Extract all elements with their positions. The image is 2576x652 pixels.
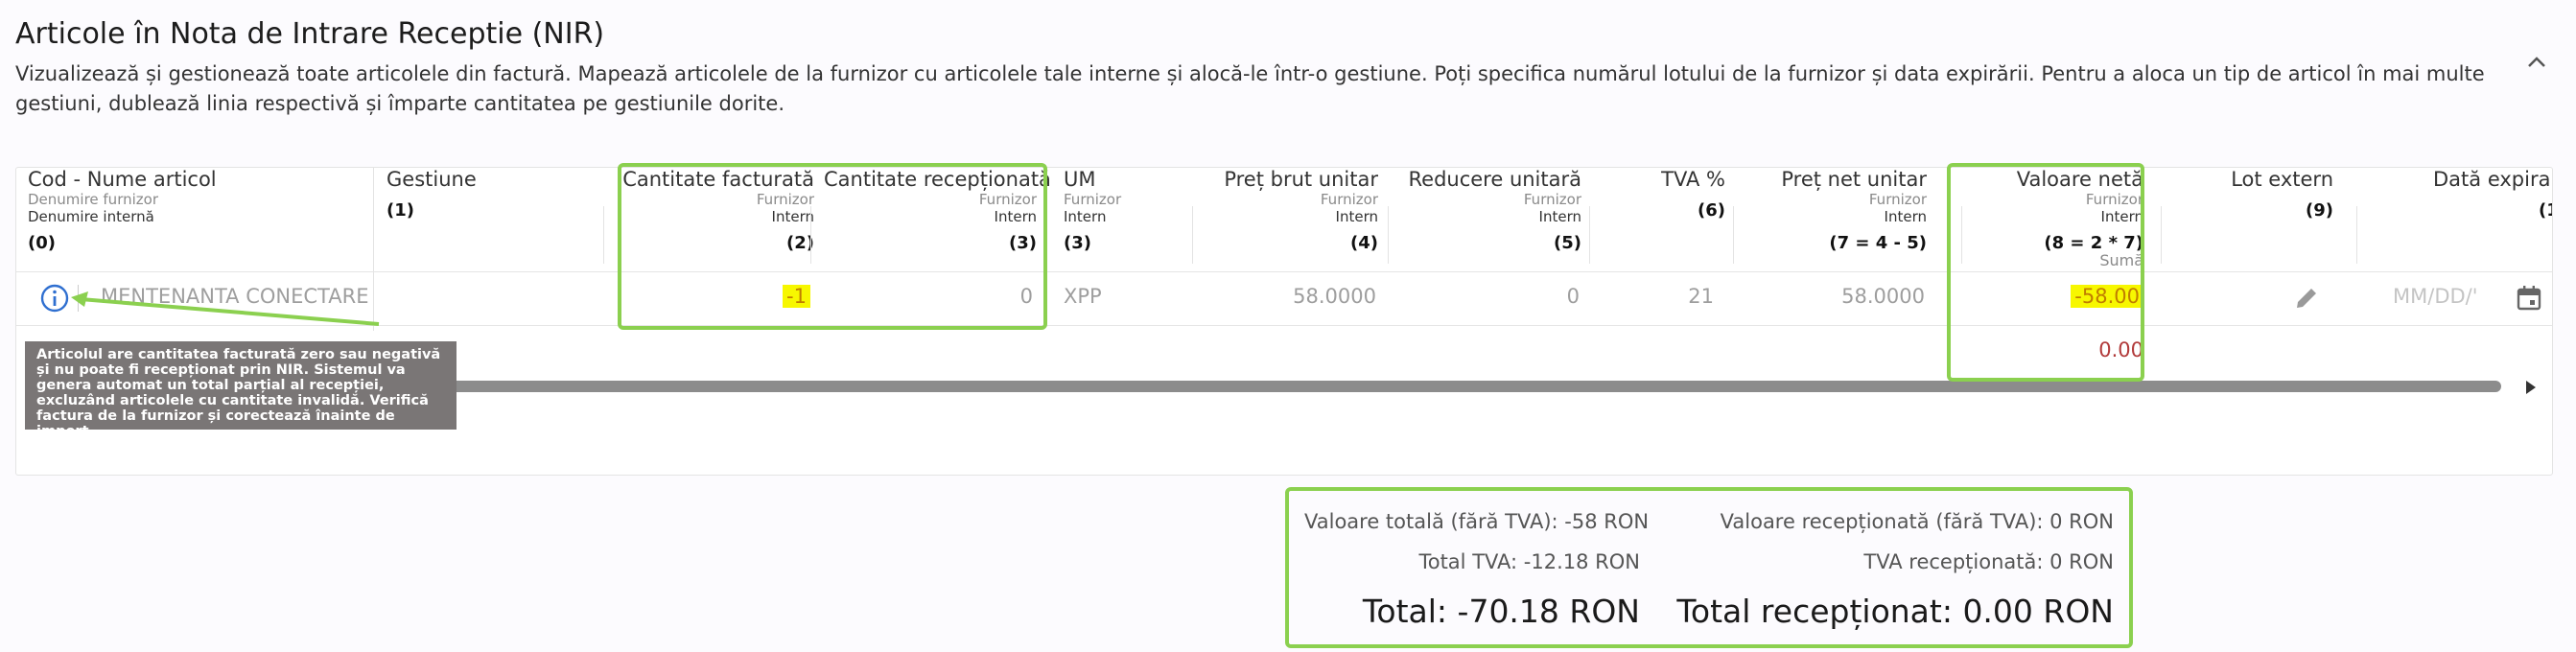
col-data-expirare: Dată expirare (10 bbox=[2433, 168, 2552, 221]
chevron-up-icon[interactable] bbox=[2524, 50, 2549, 75]
pret-brut-value: 58.0000 bbox=[1293, 285, 1376, 308]
highlight-box-valoare bbox=[1947, 163, 2144, 382]
page-description: Vizualizează și gestionează toate artico… bbox=[15, 62, 2485, 115]
tva-value: 21 bbox=[1688, 285, 1714, 308]
summary-total: Total: -70.18 RON bbox=[1362, 593, 1640, 630]
data-expirare-input[interactable]: MM/DD/' bbox=[2393, 285, 2489, 308]
pencil-icon[interactable] bbox=[2291, 283, 2322, 314]
col-cod: Cod - Nume articol Denumire furnizor Den… bbox=[28, 168, 217, 253]
scroll-right-arrow-icon[interactable] bbox=[2526, 381, 2536, 394]
info-icon[interactable] bbox=[39, 283, 70, 314]
summary-total-receptionat: Total recepționat: 0.00 RON bbox=[1676, 593, 2114, 630]
col-tva: TVA % (6) bbox=[1661, 168, 1725, 221]
summary-valoare-totala: Valoare totală (fără TVA): -58 RON bbox=[1304, 510, 1650, 533]
annotation-arrow-icon bbox=[71, 291, 380, 326]
tooltip: Articolul are cantitatea facturată zero … bbox=[25, 341, 457, 439]
reducere-value: 0 bbox=[1566, 285, 1580, 308]
col-um: UM Furnizor Intern (3) bbox=[1064, 168, 1122, 253]
calendar-icon[interactable] bbox=[2514, 283, 2544, 314]
col-reducere: Reducere unitară Furnizor Intern (5) bbox=[1408, 168, 1582, 253]
pret-net-value: 58.0000 bbox=[1841, 285, 1925, 308]
summary-tva-receptionata: TVA recepționată: 0 RON bbox=[1863, 550, 2114, 573]
highlight-box-quantities bbox=[618, 163, 1047, 330]
summary-total-tva: Total TVA: -12.18 RON bbox=[1418, 550, 1640, 573]
col-lot-extern: Lot extern (9) bbox=[2231, 168, 2333, 221]
col-pret-net: Preț net unitar Furnizor Intern (7 = 4 -… bbox=[1781, 168, 1927, 253]
summary-valoare-receptionata: Valoare recepționată (fără TVA): 0 RON bbox=[1720, 510, 2114, 533]
col-gestiune: Gestiune (1) bbox=[386, 168, 477, 221]
um-value: XPP bbox=[1064, 285, 1102, 308]
col-pret-brut: Preț brut unitar Furnizor Intern (4) bbox=[1224, 168, 1378, 253]
page-title: Articole în Nota de Intrare Receptie (NI… bbox=[15, 17, 605, 51]
